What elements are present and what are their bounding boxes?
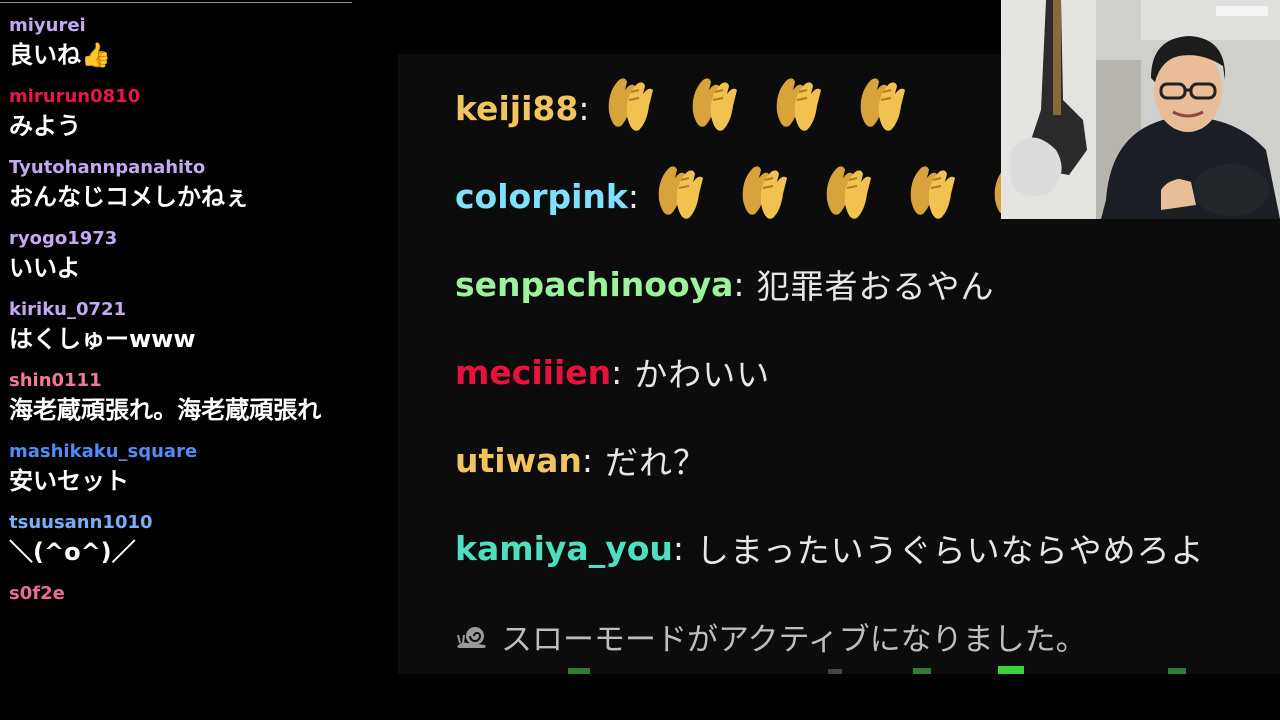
chat-message: miyurei 良いね👍 [9,14,344,72]
chat-text: おんなじコメしかねぇ [9,183,249,211]
emote-group [601,72,937,144]
chat-text: みよう [9,112,81,140]
zoomed-chat-message: utiwan: だれ？ [455,416,1280,504]
colon: : [627,176,639,216]
zoomed-chat-text: だれ？ [604,443,707,482]
chat-text: 安いセット [9,467,129,495]
zoomed-chat-username: meciiien [455,352,612,392]
chat-overlay: miyurei 良いね👍 mirurun0810 みよう Tyutohannpa… [0,0,352,720]
chat-text: 海老蔵頑張れ。海老蔵頑張れ [9,396,322,424]
chat-message: mirurun0810 みよう [9,85,344,143]
chat-text: はくしゅーwww [9,325,196,353]
chat-username: s0f2e [9,583,65,604]
chat-username: kiriku_0721 [9,299,127,320]
stream-frame: miyurei 良いね👍 mirurun0810 みよう Tyutohannpa… [0,0,1280,720]
divider [0,2,352,3]
chat-username: mashikaku_square [9,441,198,462]
system-message: スローモードがアクティブになりました。 [455,592,1280,674]
chat-text: いいよ [9,254,81,282]
chat-username: shin0111 [9,370,102,391]
zoomed-chat-message: kamiya_you: しまったいうぐらいならやめろよ [455,504,1280,592]
chat-text: ＼(^o^)／ [9,538,136,566]
chat-username: tsuusann1010 [9,512,153,533]
colon: : [733,264,745,304]
colon: : [672,528,684,568]
colon: : [578,88,590,128]
clapping-hands-icon [910,166,955,219]
chat-username: miyurei [9,15,86,36]
clapping-hands-icon [658,166,703,219]
chat-message-list: miyurei 良いね👍 mirurun0810 みよう Tyutohannpa… [9,14,344,619]
chat-message: s0f2e [9,582,344,606]
zoomed-chat-text: しまったいうぐらいならやめろよ [696,531,1205,570]
clapping-hands-icon [826,166,871,219]
zoomed-chat-message: meciiien: かわいい [455,328,1280,416]
system-message-text: スローモードがアクティブになりました。 [501,621,1087,658]
webcam-scene [1001,0,1280,219]
chat-message: kiriku_0721 はくしゅーwww [9,298,344,356]
clapping-hands-icon [609,78,654,131]
colon: : [611,352,623,392]
chat-message: shin0111 海老蔵頑張れ。海老蔵頑張れ [9,369,344,427]
zoomed-chat-text: かわいい [634,355,771,394]
chat-message: mashikaku_square 安いセット [9,440,344,498]
zoomed-chat-username: kamiya_you [455,528,673,568]
zoomed-chat-username: keiji88 [455,88,579,128]
chat-username: mirurun0810 [9,86,141,107]
chat-message: Tyutohannpanahito おんなじコメしかねぇ [9,156,344,214]
chat-dots-strip [568,666,1186,674]
chat-username: Tyutohannpanahito [9,157,206,178]
chat-message: tsuusann1010 ＼(^o^)／ [9,511,344,569]
webcam-feed [1001,0,1280,219]
zoomed-chat-text: 犯罪者おるやん [756,267,995,306]
clapping-hands-icon [742,166,787,219]
zoomed-chat-message: senpachinooya: 犯罪者おるやん [455,240,1280,328]
zoomed-chat-username: senpachinooya [455,264,734,304]
clapping-hands-icon [861,78,906,131]
clapping-hands-icon [777,78,822,131]
colon: : [581,440,593,480]
zoomed-chat-username: utiwan [455,440,582,480]
snail-icon [457,627,486,648]
zoomed-chat-username: colorpink [455,176,628,216]
clapping-hands-icon [693,78,738,131]
chat-username: ryogo1973 [9,228,118,249]
chat-message: ryogo1973 いいよ [9,227,344,285]
chat-text: 良いね👍 [9,41,111,69]
